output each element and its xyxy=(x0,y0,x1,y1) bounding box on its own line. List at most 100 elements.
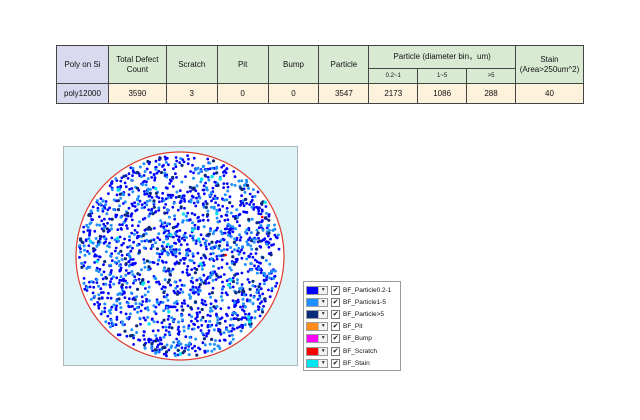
defect-point xyxy=(188,335,192,339)
defect-point xyxy=(152,199,156,203)
defect-point xyxy=(177,339,181,343)
visibility-checkbox[interactable]: ✔ xyxy=(331,297,340,307)
defect-point xyxy=(197,285,201,289)
defect-point xyxy=(235,208,239,212)
defect-point xyxy=(122,174,126,178)
defect-point xyxy=(140,206,144,210)
defect-point xyxy=(167,229,170,233)
defect-point xyxy=(166,318,170,321)
defect-point xyxy=(250,217,254,221)
defect-point xyxy=(144,183,148,187)
defect-point xyxy=(210,291,214,295)
defect-point xyxy=(146,190,150,194)
defect-point xyxy=(206,209,210,213)
defect-point xyxy=(125,334,129,338)
defect-point xyxy=(207,281,211,285)
defect-point xyxy=(273,269,277,273)
defect-point xyxy=(135,170,139,174)
defect-point xyxy=(231,255,235,259)
defect-point xyxy=(123,200,127,204)
defect-point xyxy=(173,280,177,284)
color-picker-button[interactable]: ▼ xyxy=(306,334,328,344)
defect-point xyxy=(225,182,229,185)
defect-point xyxy=(209,191,213,195)
defect-point xyxy=(261,228,265,232)
wafer-map[interactable] xyxy=(64,147,297,365)
color-picker-button[interactable]: ▼ xyxy=(306,297,328,307)
defect-point xyxy=(163,155,167,159)
defect-point xyxy=(219,307,223,310)
defect-point xyxy=(158,156,162,160)
defect-point xyxy=(146,315,150,319)
header-bump: Bump xyxy=(267,45,320,84)
defect-point xyxy=(199,233,203,237)
visibility-checkbox[interactable]: ✔ xyxy=(331,334,340,344)
defect-point xyxy=(180,314,183,318)
defect-point xyxy=(226,243,229,247)
defect-point xyxy=(192,156,196,160)
defect-point xyxy=(178,161,182,164)
color-picker-button[interactable]: ▼ xyxy=(306,358,328,368)
defect-point xyxy=(96,301,99,304)
visibility-checkbox[interactable]: ✔ xyxy=(331,322,340,332)
defect-point xyxy=(215,216,219,220)
wafer-map-panel[interactable] xyxy=(63,146,298,366)
defect-point xyxy=(175,229,179,233)
defect-point xyxy=(203,173,207,177)
visibility-checkbox[interactable]: ✔ xyxy=(331,309,340,319)
defect-point xyxy=(223,218,227,222)
defect-point xyxy=(125,281,129,285)
defect-point xyxy=(199,262,203,266)
defect-point xyxy=(137,250,141,254)
defect-point xyxy=(209,252,213,256)
defect-point xyxy=(256,190,260,194)
defect-point xyxy=(182,329,186,333)
defect-point xyxy=(223,319,227,323)
defect-point xyxy=(169,233,173,237)
cell-particle: 3547 xyxy=(318,83,370,104)
defect-point xyxy=(141,278,145,282)
defect-point xyxy=(87,244,91,247)
defect-point xyxy=(131,263,134,267)
defect-point xyxy=(249,252,253,256)
defect-point xyxy=(98,237,102,241)
defect-point xyxy=(253,194,257,198)
legend-item: ▼ ✔ BF_Pit xyxy=(304,321,400,333)
defect-point xyxy=(259,271,263,275)
color-picker-button[interactable]: ▼ xyxy=(306,285,328,295)
defect-point xyxy=(108,311,112,315)
color-picker-button[interactable]: ▼ xyxy=(306,309,328,319)
defect-point xyxy=(130,218,134,222)
defect-point xyxy=(264,205,268,208)
defect-point xyxy=(109,308,113,312)
defect-point xyxy=(128,334,133,338)
defect-point xyxy=(264,259,268,262)
defect-point xyxy=(140,295,144,299)
legend-item: ▼ ✔ BF_Stain xyxy=(304,357,400,369)
defect-point xyxy=(233,273,237,277)
defect-point xyxy=(114,246,118,250)
visibility-checkbox[interactable]: ✔ xyxy=(331,358,340,368)
defect-point xyxy=(216,183,220,188)
defect-point xyxy=(123,329,127,333)
defect-point xyxy=(131,190,135,194)
color-picker-button[interactable]: ▼ xyxy=(306,346,328,356)
defect-point xyxy=(118,292,122,296)
defect-point xyxy=(184,256,187,260)
color-picker-button[interactable]: ▼ xyxy=(306,322,328,332)
defect-point xyxy=(164,269,168,273)
defect-point xyxy=(92,285,96,289)
visibility-checkbox[interactable]: ✔ xyxy=(331,346,340,356)
defect-point xyxy=(257,288,261,292)
defect-point xyxy=(236,300,240,304)
defect-point xyxy=(167,325,171,329)
defect-point xyxy=(191,234,195,238)
defect-point xyxy=(79,250,83,254)
defect-point xyxy=(225,214,229,217)
defect-point xyxy=(208,342,212,346)
color-swatch xyxy=(307,347,319,355)
defect-point xyxy=(231,225,235,229)
defect-point xyxy=(127,172,131,176)
visibility-checkbox[interactable]: ✔ xyxy=(331,285,340,295)
defect-point xyxy=(154,241,158,245)
